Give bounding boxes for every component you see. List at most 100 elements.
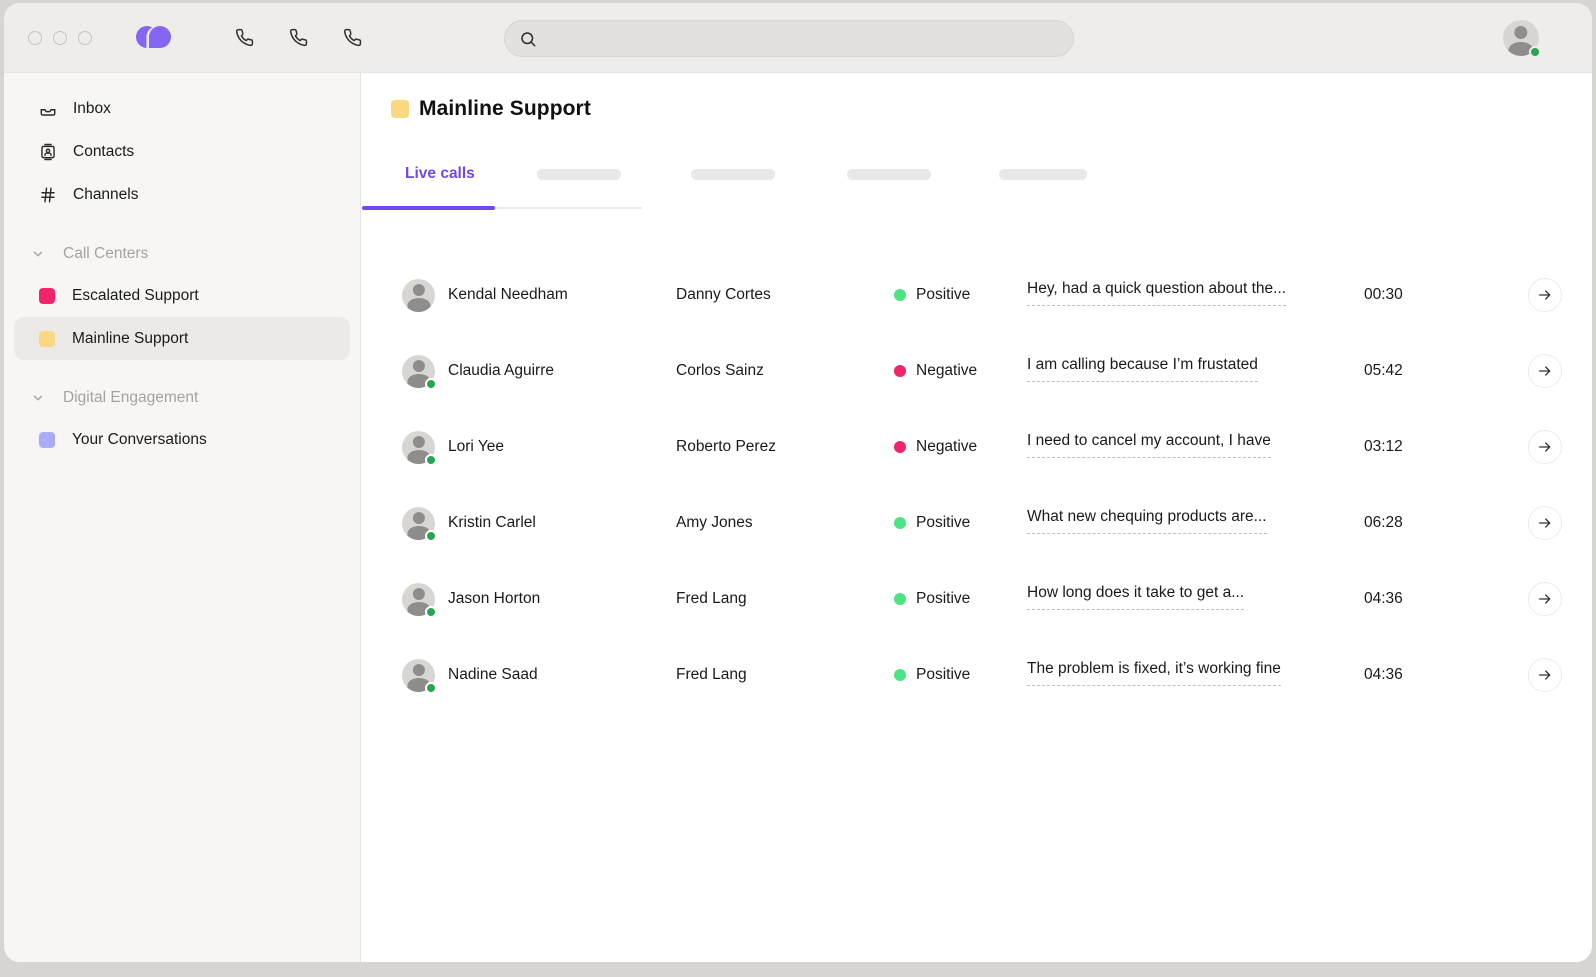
window-zoom-button[interactable] [78,31,92,45]
app-window: Inbox Contacts Channels Call Centers [4,3,1592,962]
transcript-snippet: How long does it take to get a... [1027,584,1244,610]
caller-name: Fred Lang [676,590,894,608]
agent-name: Kendal Needham [448,286,676,304]
user-avatar[interactable] [1503,20,1539,56]
open-call-button[interactable] [1528,278,1562,312]
tab-placeholder [537,169,621,180]
call-row[interactable]: Kendal Needham Danny Cortes Positive Hey… [391,257,1562,333]
phone-line-1-icon[interactable] [232,26,256,50]
call-duration: 04:36 [1364,590,1528,608]
call-duration: 04:36 [1364,666,1528,684]
sentiment-label: Positive [916,590,970,608]
call-row[interactable]: Lori Yee Roberto Perez Negative I need t… [391,409,1562,485]
open-call-button[interactable] [1528,582,1562,616]
window-close-button[interactable] [28,31,42,45]
arrow-right-icon [1537,363,1553,379]
open-call-button[interactable] [1528,506,1562,540]
sentiment-cell: Negative [894,362,1027,380]
section-header-label: Call Centers [63,245,148,263]
agent-avatar [402,507,435,540]
sidebar-item-channels[interactable]: Channels [14,173,350,216]
page-title-text: Mainline Support [419,97,591,121]
arrow-right-icon [1537,287,1553,303]
sentiment-label: Negative [916,438,977,456]
section-call-centers[interactable]: Call Centers [4,234,360,274]
phone-line-2-icon[interactable] [286,26,310,50]
hash-icon [39,186,57,204]
search-icon [519,30,537,48]
sidebar-item-contacts[interactable]: Contacts [14,130,350,173]
sentiment-cell: Positive [894,286,1027,304]
agent-name: Jason Horton [448,590,676,608]
open-call-button[interactable] [1528,658,1562,692]
tab-placeholder [847,169,931,180]
agent-avatar [402,355,435,388]
call-duration: 00:30 [1364,286,1528,304]
tab-bar: Live calls [391,157,1562,215]
sentiment-label: Negative [916,362,977,380]
sidebar-item-escalated-support[interactable]: Escalated Support [14,274,350,317]
sidebar: Inbox Contacts Channels Call Centers [4,73,361,962]
logo-right-bubble [149,26,171,48]
sentiment-label: Positive [916,514,970,532]
arrow-right-icon [1537,439,1553,455]
transcript-snippet: What new chequing products are... [1027,508,1267,534]
transcript-cell: I am calling because I’m frustated [1027,356,1364,387]
channel-color-swatch [39,288,55,304]
open-call-button[interactable] [1528,430,1562,464]
window-minimize-button[interactable] [53,31,67,45]
online-status-dot [425,530,437,542]
agent-avatar [402,431,435,464]
section-header-label: Digital Engagement [63,389,198,407]
agent-name: Kristin Carlel [448,514,676,532]
chevron-down-icon [29,391,47,405]
caller-name: Corlos Sainz [676,362,894,380]
agent-avatar [402,279,435,312]
online-status-dot [425,454,437,466]
transcript-cell: The problem is fixed, it’s working fine [1027,660,1364,691]
transcript-snippet: I need to cancel my account, I have [1027,432,1271,458]
transcript-cell: I need to cancel my account, I have [1027,432,1364,463]
open-call-button[interactable] [1528,354,1562,388]
avatar-image [402,279,435,312]
agent-name: Nadine Saad [448,666,676,684]
transcript-snippet: I am calling because I’m frustated [1027,356,1258,382]
sidebar-item-your-conversations[interactable]: Your Conversations [14,418,350,461]
active-tab-indicator [362,206,495,210]
online-status-dot [425,606,437,618]
search-bar[interactable] [504,20,1074,57]
call-row[interactable]: Kristin Carlel Amy Jones Positive What n… [391,485,1562,561]
sidebar-item-label: Your Conversations [72,431,207,449]
section-digital-engagement[interactable]: Digital Engagement [4,378,360,418]
call-row[interactable]: Jason Horton Fred Lang Positive How long… [391,561,1562,637]
arrow-right-icon [1537,667,1553,683]
sidebar-item-mainline-support[interactable]: Mainline Support [14,317,350,360]
sentiment-dot [894,289,906,301]
live-calls-table: Kendal Needham Danny Cortes Positive Hey… [391,257,1562,713]
sidebar-item-inbox[interactable]: Inbox [14,87,350,130]
sentiment-cell: Positive [894,590,1027,608]
page-title: Mainline Support [391,95,1562,123]
tab-live-calls[interactable]: Live calls [405,165,475,183]
online-status-dot [425,378,437,390]
transcript-snippet: The problem is fixed, it’s working fine [1027,660,1281,686]
call-duration: 03:12 [1364,438,1528,456]
agent-avatar [402,659,435,692]
agent-name: Lori Yee [448,438,676,456]
contacts-icon [39,143,57,161]
chevron-down-icon [29,247,47,261]
call-row[interactable]: Nadine Saad Fred Lang Positive The probl… [391,637,1562,713]
agent-name: Claudia Aguirre [448,362,676,380]
caller-name: Danny Cortes [676,286,894,304]
tab-placeholder [691,169,775,180]
sentiment-dot [894,517,906,529]
inbox-icon [39,100,57,118]
sidebar-item-label: Contacts [73,143,134,161]
call-duration: 06:28 [1364,514,1528,532]
phone-line-3-icon[interactable] [340,26,364,50]
tab-placeholder [999,169,1087,180]
call-line-buttons [232,26,364,50]
transcript-cell: Hey, had a quick question about the... [1027,280,1364,311]
search-input[interactable] [546,30,1059,47]
call-row[interactable]: Claudia Aguirre Corlos Sainz Negative I … [391,333,1562,409]
